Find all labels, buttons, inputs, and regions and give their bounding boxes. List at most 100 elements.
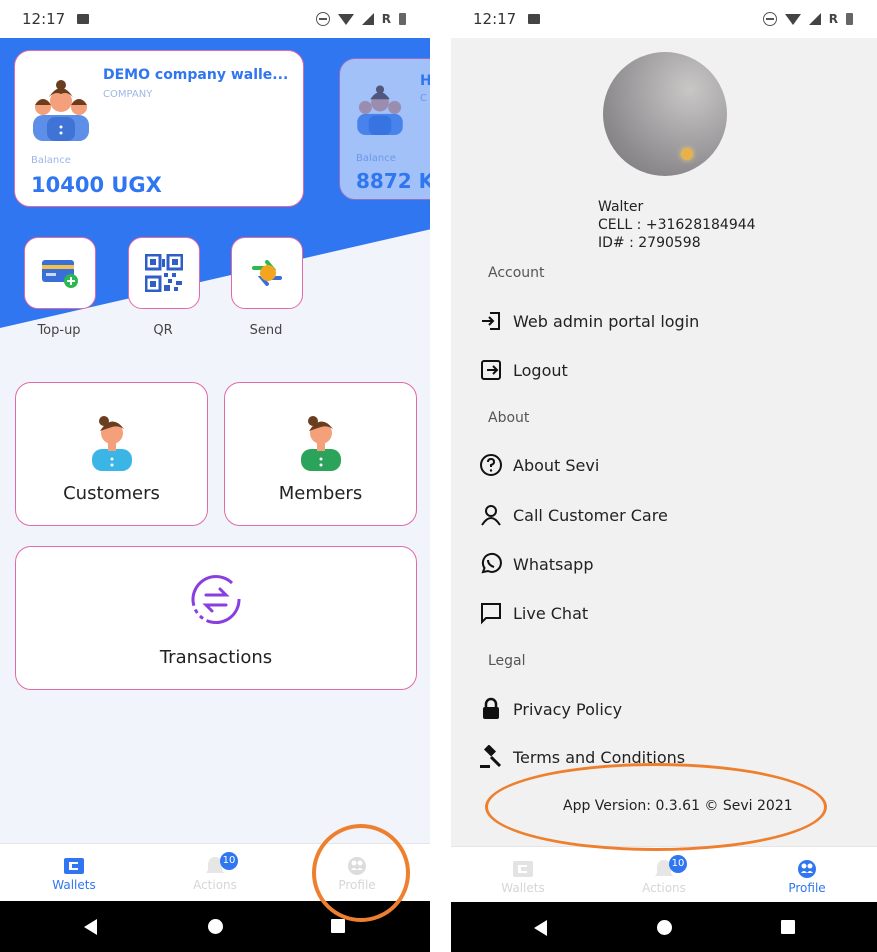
nav-actions-label: Actions <box>642 881 686 895</box>
call-customer-care-item[interactable]: Call Customer Care <box>479 500 668 530</box>
privacy-policy-label: Privacy Policy <box>513 699 623 719</box>
wallet-icon <box>64 858 84 874</box>
help-icon <box>480 454 502 476</box>
about-sevi-label: About Sevi <box>513 455 600 475</box>
balance-label: Balance <box>356 153 396 164</box>
wallet-card[interactable]: H C Balance 8872 KI <box>339 58 430 200</box>
company-people-icon <box>357 85 403 135</box>
privacy-policy-item[interactable]: Privacy Policy <box>479 694 622 724</box>
nav-wallets-label: Wallets <box>52 878 96 892</box>
section-legal: Legal <box>488 653 526 669</box>
top-up-button[interactable] <box>24 237 96 309</box>
customers-label: Customers <box>63 483 160 504</box>
call-customer-care-label: Call Customer Care <box>513 505 668 525</box>
wifi-icon <box>784 13 801 25</box>
highlight-ellipse <box>485 763 827 851</box>
roaming-indicator: R <box>828 12 838 26</box>
lock-icon <box>483 697 499 719</box>
customer-person-icon <box>92 416 132 471</box>
whatsapp-item[interactable]: Whatsapp <box>479 549 594 579</box>
send-exchange-icon <box>252 260 282 286</box>
image-notification-icon <box>528 14 541 24</box>
profile-photo[interactable] <box>603 52 727 176</box>
notification-badge: 10 <box>669 855 687 873</box>
live-chat-label: Live Chat <box>513 603 589 623</box>
about-sevi-item[interactable]: About Sevi <box>479 450 599 480</box>
qr-code-icon <box>145 254 183 292</box>
top-up-label: Top-up <box>37 323 81 338</box>
section-account: Account <box>488 265 545 281</box>
logout-icon <box>481 360 501 380</box>
nav-actions[interactable]: 10 Actions <box>609 847 719 905</box>
status-time: 12:17 <box>22 10 66 28</box>
wallet-balance: 10400 UGX <box>31 173 162 197</box>
profile-icon <box>798 860 816 878</box>
logout-label: Logout <box>513 360 568 380</box>
battery-icon <box>399 13 406 25</box>
whatsapp-label: Whatsapp <box>513 554 594 574</box>
home-icon[interactable] <box>208 919 223 934</box>
card-plus-icon <box>42 260 78 288</box>
do-not-disturb-icon <box>315 12 330 26</box>
back-icon[interactable] <box>534 920 547 936</box>
nav-actions[interactable]: 10 Actions <box>160 844 270 902</box>
profile-cell: CELL : +31628184944 <box>598 217 756 233</box>
logout-item[interactable]: Logout <box>479 355 568 385</box>
balance-label: Balance <box>31 155 71 166</box>
send-label: Send <box>249 323 283 338</box>
roaming-indicator: R <box>381 12 391 26</box>
system-navigation-bar <box>451 902 877 952</box>
web-admin-login-label: Web admin portal login <box>513 311 700 331</box>
nav-wallets-label: Wallets <box>501 881 545 895</box>
status-bar: 12:17 R <box>451 0 877 38</box>
wallet-name: H <box>420 73 430 89</box>
wallet-name: DEMO company walle... <box>103 67 289 83</box>
gavel-icon <box>480 745 502 768</box>
photo-lamp <box>681 148 693 160</box>
nav-profile[interactable]: Profile <box>752 847 862 905</box>
signal-icon <box>361 13 374 25</box>
battery-icon <box>846 13 853 25</box>
qr-label: QR <box>153 323 173 338</box>
wallet-icon <box>513 861 533 877</box>
status-bar: 12:17 R <box>0 0 430 38</box>
recents-icon[interactable] <box>781 920 795 934</box>
profile-info: Walter CELL : +31628184944 ID# : 2790598 <box>598 198 756 252</box>
members-label: Members <box>278 483 363 504</box>
notification-badge: 10 <box>220 852 238 870</box>
home-icon[interactable] <box>657 920 672 935</box>
person-icon <box>481 505 501 526</box>
send-button[interactable] <box>231 237 303 309</box>
wallet-card[interactable]: DEMO company walle... COMPANY Balance 10… <box>14 50 304 207</box>
wallet-type: COMPANY <box>103 89 153 100</box>
do-not-disturb-icon <box>762 12 777 26</box>
nav-wallets[interactable]: Wallets <box>19 844 129 902</box>
chat-icon <box>481 603 501 625</box>
highlight-circle <box>312 824 410 922</box>
profile-id: ID# : 2790598 <box>598 235 701 251</box>
back-icon[interactable] <box>84 919 97 935</box>
members-tile[interactable]: Members <box>224 382 417 526</box>
recents-icon[interactable] <box>331 919 345 933</box>
login-icon <box>482 312 500 330</box>
wallet-balance: 8872 KI <box>356 169 430 193</box>
signal-icon <box>808 13 821 25</box>
transactions-label: Transactions <box>159 647 273 668</box>
status-time: 12:17 <box>473 10 517 28</box>
wallets-screen: 12:17 R DEMO company walle... COMPANY Ba… <box>0 0 430 952</box>
member-person-icon <box>301 416 341 471</box>
live-chat-item[interactable]: Live Chat <box>479 598 588 628</box>
nav-actions-label: Actions <box>193 878 237 892</box>
profile-name: Walter <box>598 199 644 215</box>
wifi-icon <box>337 13 354 25</box>
nav-profile-label: Profile <box>788 881 826 895</box>
image-notification-icon <box>77 14 90 24</box>
company-people-icon <box>33 80 89 141</box>
web-admin-login-item[interactable]: Web admin portal login <box>479 306 699 336</box>
transactions-tile[interactable]: Transactions <box>15 546 417 690</box>
nav-wallets[interactable]: Wallets <box>468 847 578 905</box>
whatsapp-icon <box>481 552 502 574</box>
wallet-type: C <box>420 93 427 104</box>
qr-button[interactable] <box>128 237 200 309</box>
customers-tile[interactable]: Customers <box>15 382 208 526</box>
